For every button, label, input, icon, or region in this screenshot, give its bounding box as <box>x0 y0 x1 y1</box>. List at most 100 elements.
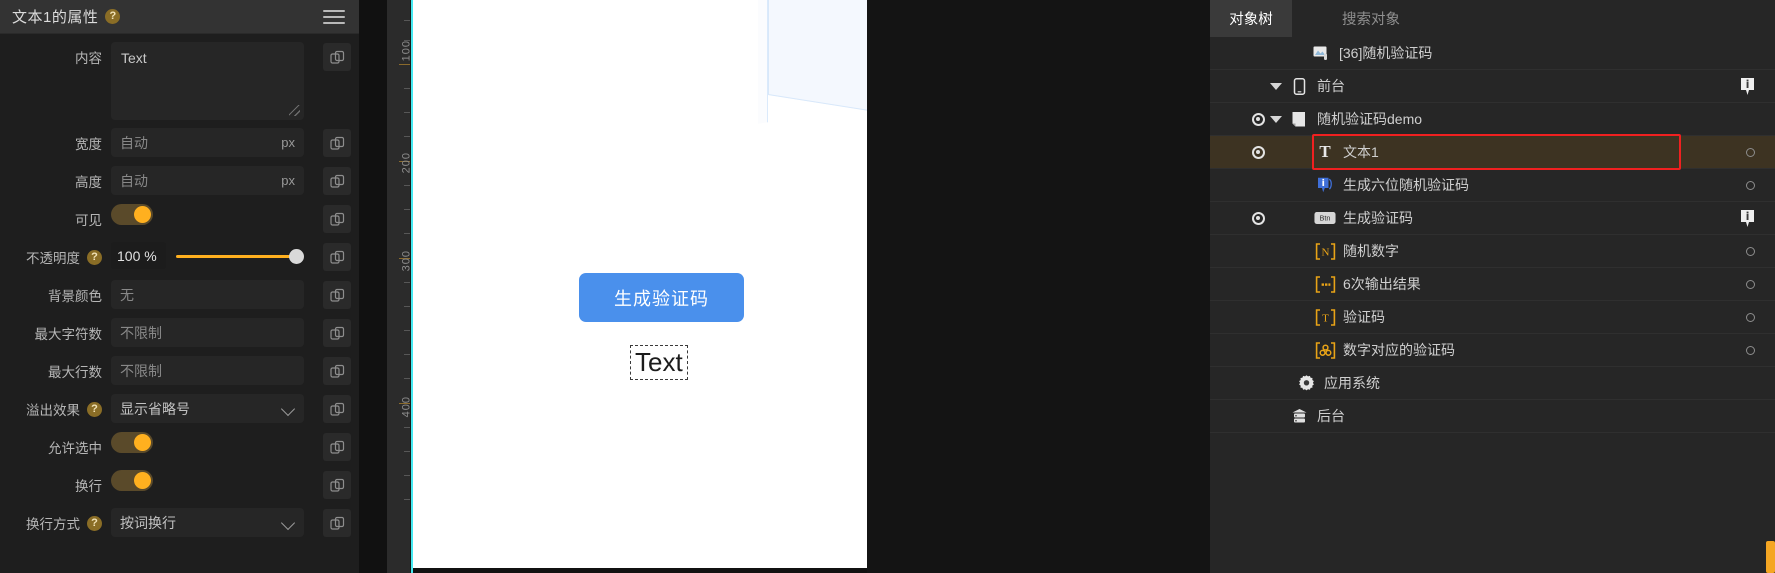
help-icon[interactable]: ? <box>87 515 102 531</box>
tree-row-end[interactable] <box>1740 202 1755 234</box>
tree-row[interactable]: 生成六位随机验证码 <box>1210 169 1775 202</box>
resize-grip-icon[interactable] <box>289 105 300 116</box>
wrap-mode-select[interactable]: 按词换行 <box>111 508 304 537</box>
chevron-down-icon[interactable] <box>1268 82 1284 90</box>
tree-row-end[interactable] <box>1746 136 1755 168</box>
copy-icon[interactable] <box>323 167 351 195</box>
tree-row[interactable]: 随机验证码demo <box>1210 103 1775 136</box>
copy-icon[interactable] <box>323 433 351 461</box>
copy-icon[interactable] <box>323 509 351 537</box>
tree-row[interactable]: 后台 <box>1210 400 1775 433</box>
max-chars-value: 不限制 <box>120 324 162 341</box>
design-canvas[interactable]: 生成验证码 Text <box>413 0 920 568</box>
text-T-icon: T <box>1319 142 1331 161</box>
info-icon[interactable] <box>1740 209 1755 228</box>
help-icon[interactable]: ? <box>105 9 121 24</box>
canvas-area: 100 200 300 400 生成验证码 Text <box>359 0 1210 573</box>
property-label: 允许选中 <box>48 441 102 456</box>
slider-thumb[interactable] <box>289 248 304 264</box>
tree-row[interactable]: Btn 生成验证码 <box>1210 202 1775 235</box>
wrap-toggle[interactable] <box>111 470 153 491</box>
overflow-select[interactable]: 显示省略号 <box>111 394 304 423</box>
tree-row[interactable]: 前台 <box>1210 70 1775 103</box>
height-input[interactable]: 自动 px <box>111 166 304 195</box>
property-row-visible: 可见 <box>0 204 359 234</box>
selectable-toggle[interactable] <box>111 432 153 453</box>
property-label: 溢出效果 ? <box>0 394 111 424</box>
array-icon <box>1314 275 1336 293</box>
opacity-slider[interactable] <box>176 246 304 266</box>
hamburger-icon[interactable] <box>323 9 345 24</box>
property-field: 100 % <box>111 242 313 269</box>
copy-icon[interactable] <box>323 43 351 71</box>
copy-icon[interactable] <box>323 471 351 499</box>
copy-icon[interactable] <box>323 243 351 271</box>
tree-row[interactable]: N 随机数字 <box>1210 235 1775 268</box>
chevron-down-icon[interactable] <box>1268 115 1284 123</box>
copy-icon[interactable] <box>323 281 351 309</box>
visibility-icon[interactable] <box>1248 112 1268 126</box>
status-circle-icon[interactable] <box>1746 312 1755 322</box>
status-circle-icon[interactable] <box>1746 345 1755 355</box>
canvas-text-element[interactable]: Text <box>630 345 688 380</box>
tab-search-object[interactable]: 搜索对象 <box>1292 0 1775 37</box>
tree-row-end[interactable] <box>1746 301 1755 333</box>
property-row-width: 宽度 自动 px <box>0 128 359 158</box>
tree-row-end[interactable] <box>1746 235 1755 267</box>
tree-row-selected[interactable]: T 文本1 <box>1210 134 1775 170</box>
status-circle-icon[interactable] <box>1746 180 1755 190</box>
vertical-scrollbar-thumb[interactable] <box>1766 541 1775 573</box>
tree-item-label: 数字对应的验证码 <box>1343 342 1455 358</box>
copy-icon[interactable] <box>323 395 351 423</box>
object-tree-list: [36]随机验证码 前台 随机验证码demo T 文本1 生成六位随机验证码 B… <box>1210 37 1775 573</box>
canvas-background <box>867 0 1210 573</box>
property-row-background-color: 背景颜色 无 <box>0 280 359 310</box>
copy-icon[interactable] <box>323 205 351 233</box>
tree-row-end[interactable] <box>1740 70 1755 102</box>
property-label: 换行方式 ? <box>0 508 111 538</box>
status-circle-icon[interactable] <box>1746 147 1755 157</box>
property-field: 不限制 <box>111 318 313 347</box>
visibility-icon[interactable] <box>1248 211 1268 225</box>
max-lines-input[interactable]: 不限制 <box>111 356 304 385</box>
tree-row[interactable]: 应用系统 <box>1210 367 1775 400</box>
property-row-opacity: 不透明度 ? 100 % <box>0 242 359 272</box>
tree-row-end[interactable] <box>1746 169 1755 201</box>
property-label: 宽度 <box>75 137 102 152</box>
property-row-max-lines: 最大行数 不限制 <box>0 356 359 386</box>
tree-row-end[interactable] <box>1746 334 1755 366</box>
property-field: 自动 px <box>111 128 313 157</box>
content-textarea[interactable]: Text <box>111 42 304 120</box>
tree-row[interactable]: T 验证码 <box>1210 301 1775 334</box>
generate-captcha-button[interactable]: 生成验证码 <box>579 273 744 322</box>
tree-row[interactable]: 6次输出结果 <box>1210 268 1775 301</box>
variable-T-icon: T <box>1314 308 1336 326</box>
property-field: Text <box>111 42 313 120</box>
status-circle-icon[interactable] <box>1746 279 1755 289</box>
info-icon[interactable] <box>1740 77 1755 96</box>
status-circle-icon[interactable] <box>1746 246 1755 256</box>
max-chars-input[interactable]: 不限制 <box>111 318 304 347</box>
object-tree-panel: 对象树 搜索对象 [36]随机验证码 前台 随机验证码demo T 文本1 生成… <box>1210 0 1775 573</box>
property-field <box>111 470 313 491</box>
background-color-input[interactable]: 无 <box>111 280 304 309</box>
opacity-input[interactable]: 100 % <box>111 242 166 269</box>
copy-icon[interactable] <box>323 319 351 347</box>
property-row-overflow: 溢出效果 ? 显示省略号 <box>0 394 359 424</box>
tree-row-end[interactable] <box>1746 268 1755 300</box>
visible-toggle[interactable] <box>111 204 153 225</box>
vertical-ruler: 100 200 300 400 <box>387 0 412 573</box>
tree-row[interactable]: 数字对应的验证码 <box>1210 334 1775 367</box>
tab-object-tree[interactable]: 对象树 <box>1210 0 1292 37</box>
wrap-mode-value: 按词换行 <box>120 514 176 531</box>
width-input[interactable]: 自动 px <box>111 128 304 157</box>
copy-icon[interactable] <box>323 129 351 157</box>
tree-row[interactable]: [36]随机验证码 <box>1210 37 1775 70</box>
visibility-icon[interactable] <box>1248 145 1268 159</box>
copy-icon[interactable] <box>323 357 351 385</box>
toggle-knob <box>134 434 151 451</box>
property-row-height: 高度 自动 px <box>0 166 359 196</box>
property-label-text: 换行方式 <box>26 517 80 532</box>
help-icon[interactable]: ? <box>87 249 102 265</box>
help-icon[interactable]: ? <box>87 401 102 417</box>
